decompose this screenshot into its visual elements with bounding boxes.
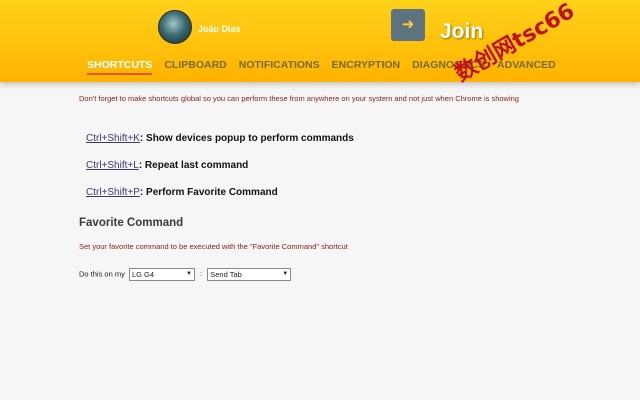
- favorite-command-title: Favorite Command: [79, 217, 184, 229]
- shortcut-row: Ctrl+Shift+P: Perform Favorite Command: [86, 187, 278, 198]
- app-name: Join: [440, 20, 484, 43]
- shortcut-keys-link[interactable]: Ctrl+Shift+P: [86, 187, 140, 198]
- shortcut-description: : Repeat last command: [138, 160, 249, 171]
- shortcut-description: : Show devices popup to perform commands: [139, 133, 354, 144]
- favorite-command-description: Set your favorite command to be executed…: [79, 242, 348, 251]
- tab-clipboard[interactable]: CLIPBOARD: [164, 59, 226, 73]
- chevron-down-icon: ▼: [282, 271, 289, 277]
- favorite-command-row: Do this on my LG G4 ▼ : Send Tab ▼: [79, 268, 292, 281]
- tab-shortcuts[interactable]: SHORTCUTS: [87, 59, 153, 75]
- app-logo: ➜: [391, 9, 425, 41]
- shortcut-keys-link[interactable]: Ctrl+Shift+L: [86, 160, 139, 171]
- arrow-into-device-icon: ➜: [401, 16, 415, 33]
- favorite-prefix-label: Do this on my: [79, 269, 125, 279]
- chevron-down-icon: ▼: [186, 271, 192, 277]
- shortcut-keys-link[interactable]: Ctrl+Shift+K: [86, 133, 140, 144]
- shortcut-description: : Perform Favorite Command: [139, 187, 278, 198]
- avatar[interactable]: [158, 10, 192, 44]
- separator-label: :: [200, 269, 203, 279]
- tab-encryption[interactable]: ENCRYPTION: [332, 59, 400, 73]
- device-select-value: LG G4: [131, 270, 155, 279]
- command-select-value: Send Tab: [210, 270, 242, 279]
- shortcut-row: Ctrl+Shift+K: Show devices popup to perf…: [86, 133, 354, 144]
- shortcut-row: Ctrl+Shift+L: Repeat last command: [86, 160, 248, 171]
- user-name: João Dias: [198, 24, 241, 34]
- shortcuts-notice: Don't forget to make shortcuts global so…: [79, 94, 519, 103]
- command-select[interactable]: Send Tab ▼: [207, 268, 292, 281]
- tab-notifications[interactable]: NOTIFICATIONS: [239, 59, 320, 73]
- device-select[interactable]: LG G4 ▼: [128, 268, 195, 281]
